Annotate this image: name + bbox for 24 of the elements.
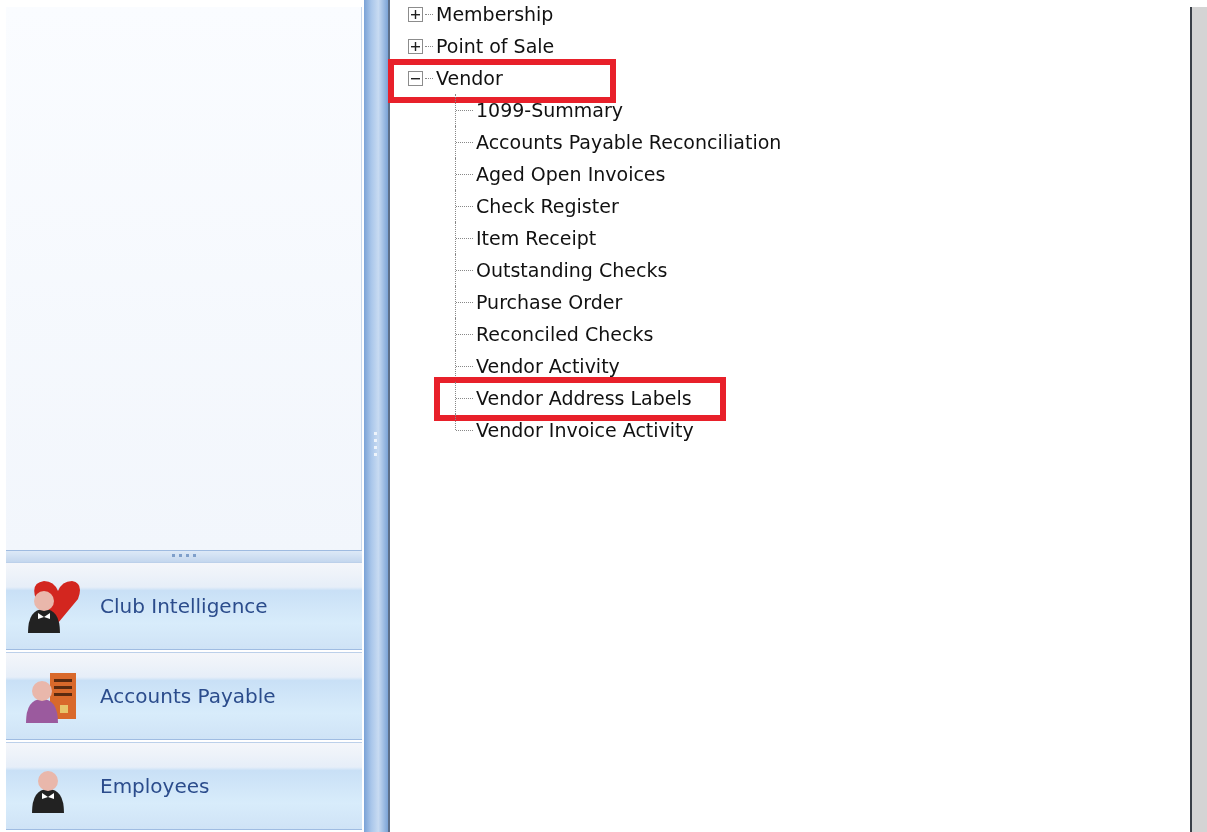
plus-icon [411,9,420,19]
tree-item-label[interactable]: Vendor [436,67,503,89]
navigation-button[interactable]: Employees [6,742,362,830]
tree-item-label[interactable]: Vendor Invoice Activity [476,419,694,441]
expand-toggle[interactable] [408,6,423,22]
plus-icon [411,41,420,51]
tree-item-label[interactable]: Purchase Order [476,291,623,313]
tree-item-label[interactable]: Membership [436,3,554,25]
grip-icon [170,554,198,559]
tree-item-label[interactable]: Reconciled Checks [476,323,654,345]
grip-icon [374,430,378,458]
navigation-button[interactable]: Accounts Payable [6,652,362,740]
tree-item-label[interactable]: Accounts Payable Reconciliation [476,131,782,153]
tree-item-label[interactable]: Outstanding Checks [476,259,668,281]
tree-item-label[interactable]: Item Receipt [476,227,597,249]
tree-item-label[interactable]: 1099-Summary [476,99,624,121]
tree-item-label[interactable]: Aged Open Invoices [476,163,666,185]
tree-item-label[interactable]: Vendor Activity [476,355,620,377]
expand-toggle[interactable] [408,38,423,54]
tree-item-label[interactable]: Check Register [476,195,619,217]
navigation-button[interactable]: Club Intelligence [6,562,362,650]
tree-item-label[interactable]: Point of Sale [436,35,555,57]
tree-item-label[interactable]: Vendor Address Labels [476,387,692,409]
expand-toggle[interactable] [408,70,423,86]
